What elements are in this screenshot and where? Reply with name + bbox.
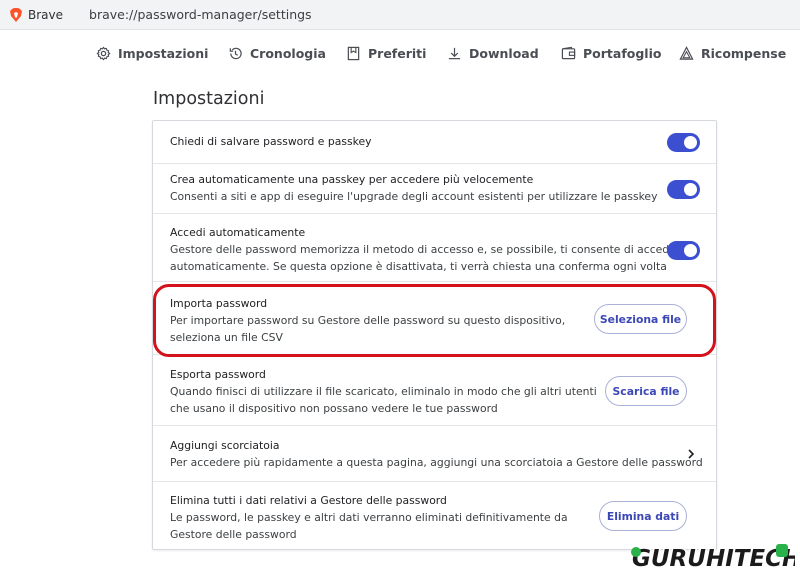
setting-text: Elimina tutti i dati relativi a Gestore … [170, 492, 568, 543]
auto-signin-toggle[interactable] [667, 241, 700, 260]
wallet-icon [561, 46, 576, 60]
setting-title: Aggiungi scorciatoia [170, 439, 280, 452]
setting-title: Esporta password [170, 368, 266, 381]
setting-row-auto-signin: Accedi automaticamente Gestore delle pas… [153, 214, 716, 282]
chevron-right-icon[interactable] [686, 448, 696, 460]
setting-description: Consenti a siti e app di eseguire l'upgr… [170, 190, 658, 203]
brave-logo-icon [10, 7, 22, 22]
setting-text: Accedi automaticamente Gestore delle pas… [170, 224, 687, 275]
setting-text: Importa password Per importare password … [170, 295, 565, 346]
nav-item-portafoglio[interactable]: Portafoglio [561, 46, 661, 61]
download-icon [448, 47, 461, 60]
download-file-button[interactable]: Scarica file [605, 376, 687, 406]
save-passwords-toggle[interactable] [667, 133, 700, 152]
setting-title: Elimina tutti i dati relativi a Gestore … [170, 494, 447, 507]
nav-item-download[interactable]: Download [447, 46, 539, 61]
setting-title: Chiedi di salvare password e passkey [170, 135, 372, 148]
setting-description: seleziona un file CSV [170, 331, 283, 344]
url-text[interactable]: brave://password-manager/settings [89, 7, 312, 22]
nav-label: Download [469, 46, 539, 61]
setting-title: Accedi automaticamente [170, 226, 306, 239]
setting-description: che usano il dispositivo non possano ved… [170, 402, 498, 415]
nav-label: Cronologia [250, 46, 326, 61]
watermark-robot-icon [776, 544, 788, 557]
setting-title: Importa password [170, 297, 268, 310]
address-bar[interactable]: Brave brave://password-manager/settings [0, 0, 800, 30]
setting-row-export-passwords: Esporta password Quando finisci di utili… [153, 355, 716, 426]
select-file-button[interactable]: Seleziona file [594, 304, 687, 334]
nav-label: Portafoglio [583, 46, 662, 61]
rewards-icon [679, 46, 694, 60]
password-settings-card: Chiedi di salvare password e passkey Cre… [152, 120, 717, 550]
nav-label: Impostazioni [118, 46, 209, 61]
setting-description: Per importare password su Gestore delle … [170, 314, 566, 327]
nav-label: Ricompense [701, 46, 787, 61]
setting-description: Gestore delle password memorizza il meto… [170, 243, 687, 256]
setting-text: Esporta password Quando finisci di utili… [170, 366, 597, 417]
nav-item-preferiti[interactable]: Preferiti [346, 46, 426, 61]
setting-title: Crea automaticamente una passkey per acc… [170, 173, 534, 186]
setting-row-import-passwords: Importa password Per importare password … [153, 282, 716, 355]
setting-description: Quando finisci di utilizzare il file sca… [170, 385, 597, 398]
watermark-dot-icon [631, 547, 641, 557]
gear-icon [96, 46, 111, 61]
setting-description: Le password, le passkey e altri dati ver… [170, 511, 568, 524]
setting-row-save-passwords: Chiedi di salvare password e passkey [153, 121, 716, 164]
setting-text: Crea automaticamente una passkey per acc… [170, 171, 657, 205]
setting-row-auto-passkey: Crea automaticamente una passkey per acc… [153, 164, 716, 214]
history-icon [229, 47, 242, 60]
nav-item-impostazioni[interactable]: Impostazioni [96, 46, 208, 61]
nav-item-cronologia[interactable]: Cronologia [228, 46, 326, 61]
guruhitech-watermark-logo: GURUHITECH [631, 544, 795, 574]
delete-data-button[interactable]: Elimina dati [599, 501, 687, 531]
setting-description: Gestore delle password [170, 528, 297, 541]
auto-passkey-toggle[interactable] [667, 180, 700, 199]
page-title: Impostazioni [153, 89, 265, 109]
watermark-text: GURUHITECH [632, 546, 795, 572]
nav-item-ricompense[interactable]: Ricompense [679, 46, 786, 61]
browser-name: Brave [28, 7, 64, 22]
nav-label: Preferiti [368, 46, 427, 61]
setting-description: automaticamente. Se questa opzione è dis… [170, 260, 667, 273]
setting-row-add-shortcut[interactable]: Aggiungi scorciatoia Per accedere più ra… [153, 426, 716, 482]
top-nav: Impostazioni Cronologia Preferiti Downlo… [96, 44, 786, 66]
bookmark-icon [347, 46, 360, 61]
setting-text: Aggiungi scorciatoia Per accedere più ra… [170, 437, 703, 471]
setting-description: Per accedere più rapidamente a questa pa… [170, 456, 703, 469]
